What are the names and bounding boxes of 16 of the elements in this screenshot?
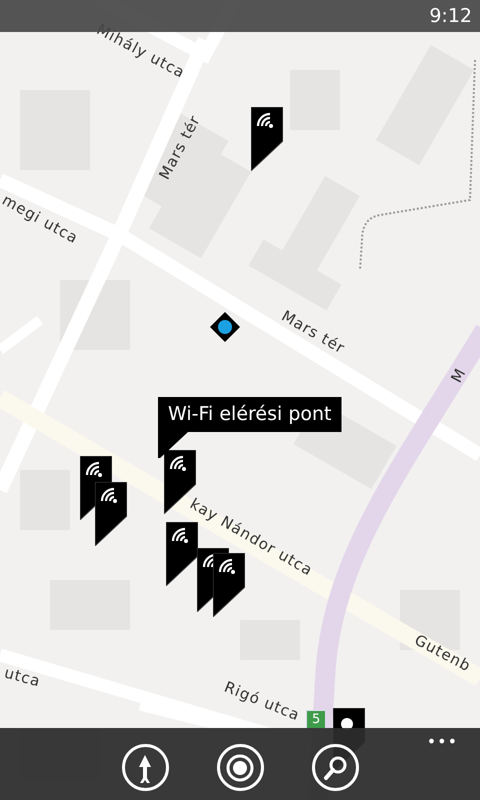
status-time: 9:12 <box>429 4 472 29</box>
search-button[interactable] <box>312 744 358 791</box>
route-shield: 5 <box>306 710 326 729</box>
wifi-pin[interactable] <box>95 482 127 546</box>
more-button[interactable]: ••• <box>426 730 458 754</box>
location-marker-icon <box>209 311 241 343</box>
street-label: utca <box>2 666 42 690</box>
street-label: M <box>449 366 469 386</box>
building <box>20 470 70 530</box>
wifi-pin[interactable] <box>213 553 245 617</box>
street-label: megi utca <box>0 192 80 246</box>
directions-button[interactable] <box>122 744 168 791</box>
street-label: Rigó utca <box>222 680 302 724</box>
locate-button[interactable] <box>216 744 264 791</box>
wifi-pin[interactable] <box>251 107 283 171</box>
wifi-pin[interactable] <box>166 522 198 586</box>
